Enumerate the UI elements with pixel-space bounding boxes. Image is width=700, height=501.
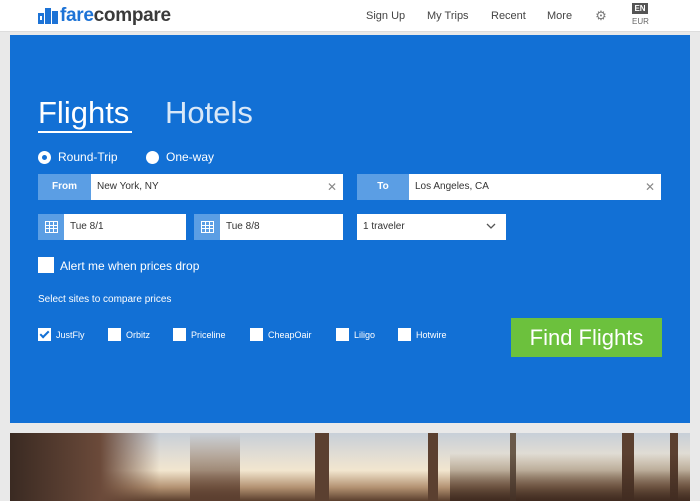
one-way-label: One-way <box>166 150 215 164</box>
nav-recent[interactable]: Recent <box>491 10 526 22</box>
clear-to-icon[interactable]: ✕ <box>645 174 655 200</box>
return-date-input[interactable]: Tue 8/8 <box>220 214 343 240</box>
depart-date-input[interactable]: Tue 8/1 <box>64 214 186 240</box>
calendar-icon[interactable] <box>38 214 64 240</box>
find-flights-button[interactable]: Find Flights <box>511 318 662 357</box>
logo-text: farecompare <box>60 5 171 26</box>
round-trip-label: Round-Trip <box>58 150 118 164</box>
cheapoair-label: CheapOair <box>268 330 312 340</box>
nav-more[interactable]: More <box>547 10 572 22</box>
to-label: To <box>357 174 409 200</box>
liligo-checkbox[interactable] <box>336 328 349 341</box>
top-header: farecompare Sign Up My Trips Recent More… <box>0 0 700 32</box>
travelers-select[interactable]: 1 traveler <box>357 214 506 240</box>
priceline-label: Priceline <box>191 330 226 340</box>
round-trip-radio[interactable]: Round-Trip <box>38 150 118 164</box>
nav-sign-up[interactable]: Sign Up <box>366 10 405 22</box>
one-way-radio[interactable]: One-way <box>146 150 214 164</box>
from-label: From <box>38 174 91 200</box>
clear-from-icon[interactable]: ✕ <box>327 174 337 200</box>
price-alert-label: Alert me when prices drop <box>60 259 200 273</box>
chevron-down-icon <box>486 223 496 229</box>
language-badge[interactable]: EN <box>632 3 648 14</box>
radio-unselected-icon <box>146 150 159 164</box>
logo-icon <box>38 8 58 24</box>
active-tab-underline <box>38 131 132 133</box>
hotwire-label: Hotwire <box>416 330 447 340</box>
cheapoair-checkbox[interactable] <box>250 328 263 341</box>
to-input[interactable]: Los Angeles, CA <box>409 174 661 200</box>
orbitz-label: Orbitz <box>126 330 151 340</box>
orbitz-checkbox[interactable] <box>108 328 121 341</box>
price-alert-checkbox[interactable] <box>38 257 54 273</box>
liligo-label: Liligo <box>354 330 376 340</box>
hero-photo <box>10 433 690 501</box>
nav-my-trips[interactable]: My Trips <box>427 10 469 22</box>
farecompare-logo[interactable]: farecompare <box>38 5 171 26</box>
calendar-icon[interactable] <box>194 214 220 240</box>
justfly-label: JustFly <box>56 330 85 340</box>
priceline-checkbox[interactable] <box>173 328 186 341</box>
justfly-checkbox[interactable] <box>38 328 51 341</box>
from-input[interactable]: New York, NY <box>91 174 343 200</box>
gear-icon[interactable]: ⚙ <box>594 9 608 23</box>
hotwire-checkbox[interactable] <box>398 328 411 341</box>
currency-label[interactable]: EUR <box>632 17 649 26</box>
radio-selected-icon <box>38 150 51 164</box>
tab-flights[interactable]: Flights <box>38 95 129 131</box>
compare-sites-label: Select sites to compare prices <box>38 294 172 305</box>
tab-hotels[interactable]: Hotels <box>165 95 253 131</box>
